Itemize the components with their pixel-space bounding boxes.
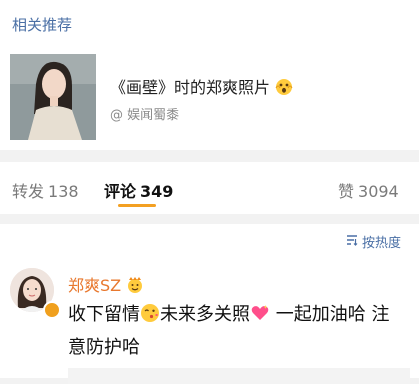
tab-likes[interactable]: 赞 3094 bbox=[338, 178, 399, 202]
related-section-title: 相关推荐 bbox=[12, 16, 73, 34]
comments-count: 349 bbox=[140, 182, 174, 201]
sparkling-heart-icon bbox=[250, 303, 270, 333]
tab-reposts[interactable]: 转发 138 bbox=[12, 178, 79, 202]
article-source[interactable]: @ 娱闻蜀黍 bbox=[110, 104, 179, 123]
sort-label: 按热度 bbox=[361, 236, 401, 251]
comment-text: 收下留情 未来多关照 一起加油哈 注意防护哈 bbox=[68, 303, 390, 358]
shocked-face-icon bbox=[275, 78, 293, 100]
comment-username[interactable]: 郑爽SZ bbox=[68, 272, 144, 298]
verified-badge-icon bbox=[43, 301, 61, 319]
related-section: 相关推荐 《画壁》时的郑爽照片 @ 娱闻蜀黍 bbox=[0, 0, 419, 150]
tab-comments[interactable]: 评论 349 bbox=[104, 178, 173, 202]
comments-label: 评论 bbox=[104, 182, 137, 201]
article-title[interactable]: 《画壁》时的郑爽照片 bbox=[110, 74, 293, 100]
related-article-card[interactable]: 《画壁》时的郑爽照片 @ 娱闻蜀黍 bbox=[0, 46, 419, 150]
comment-item: 郑爽SZ 收下留情 未来多关照 一起加油哈 注意防护哈 bbox=[0, 260, 419, 384]
sort-icon bbox=[346, 234, 358, 250]
crown-face-icon bbox=[126, 276, 144, 298]
sort-by-hot-button[interactable]: 按热度 bbox=[346, 232, 401, 251]
reposts-count: 138 bbox=[48, 182, 79, 201]
comments-section: 按热度 郑爽SZ 收下留情 未来多关照 一起加油哈 注意防护哈 bbox=[0, 224, 419, 384]
article-thumbnail[interactable] bbox=[10, 54, 96, 140]
likes-count: 3094 bbox=[358, 182, 399, 201]
reply-preview-box[interactable] bbox=[68, 368, 410, 384]
kissing-face-icon bbox=[140, 303, 160, 333]
stats-tab-bar: 转发 138 评论 349 赞 3094 bbox=[0, 162, 419, 214]
active-tab-indicator bbox=[118, 204, 156, 207]
reposts-label: 转发 bbox=[12, 182, 45, 201]
likes-label: 赞 bbox=[338, 182, 355, 201]
